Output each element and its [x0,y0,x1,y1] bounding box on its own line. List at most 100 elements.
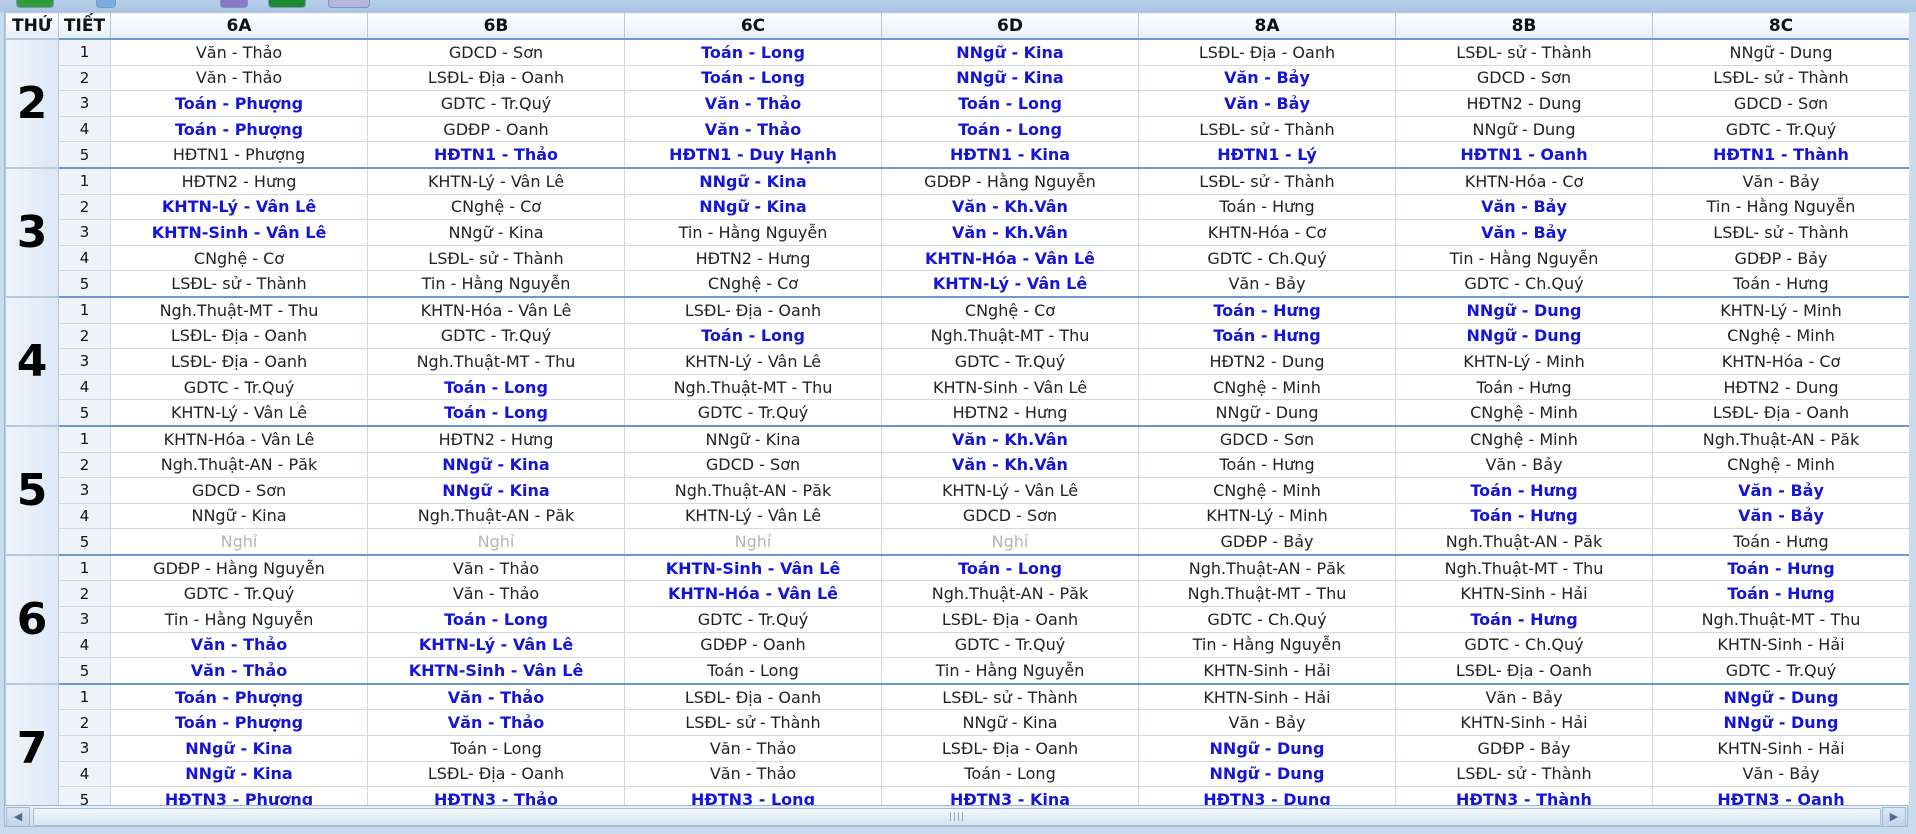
timetable-cell[interactable]: Toán - Long [367,735,625,762]
timetable-cell[interactable]: Toán - Long [624,322,882,350]
timetable-cell[interactable]: HĐTN1 - Lý [1138,141,1396,169]
timetable-cell[interactable]: GDĐP - Bảy [1395,735,1653,762]
timetable-cell[interactable]: Toán - Phượng [110,682,368,711]
timetable-cell[interactable]: CNghệ - Cơ [881,295,1139,324]
timetable-cell[interactable]: Ngh.Thuật-AN - Păk [1652,424,1909,453]
timetable-cell[interactable]: LSĐL- Địa - Oanh [367,64,625,92]
timetable-cell[interactable]: GDTC - Tr.Quý [367,322,625,350]
timetable-cell[interactable]: CNghệ - Minh [1138,477,1396,504]
timetable-cell[interactable]: GDĐP - Hằng Nguyễn [110,553,368,582]
timetable-cell[interactable]: HĐTN3 - Oanh [1652,786,1909,805]
timetable-cell[interactable]: GDTC - Tr.Quý [1652,657,1909,685]
timetable-cell[interactable]: Toán - Long [881,553,1139,582]
timetable-cell[interactable]: LSĐL- Địa - Oanh [624,682,882,711]
timetable-cell[interactable]: NNgữ - Kina [367,477,625,504]
timetable-cell[interactable]: LSĐL- Địa - Oanh [881,735,1139,762]
timetable-cell[interactable]: NNgữ - Kina [110,735,368,762]
timetable-cell[interactable]: HĐTN1 - Kina [881,141,1139,169]
timetable-cell[interactable]: Toán - Hưng [1138,451,1396,479]
timetable-cell[interactable]: Văn - Bảy [1652,477,1909,504]
timetable-cell[interactable]: HĐTN3 - Kina [881,786,1139,805]
timetable-cell[interactable]: GDTC - Ch.Quý [1138,606,1396,633]
timetable-cell[interactable]: HĐTN3 - Long [624,786,882,805]
timetable-cell[interactable]: KHTN-Lý - Minh [1138,502,1396,530]
timetable-cell[interactable]: Nghỉ [367,528,625,556]
timetable-cell[interactable]: NNgữ - Kina [110,760,368,788]
timetable-cell[interactable]: GDCD - Sơn [110,477,368,504]
timetable-cell[interactable]: Ngh.Thuật-AN - Păk [1138,553,1396,582]
timetable-cell[interactable]: GDTC - Tr.Quý [624,606,882,633]
timetable-cell[interactable]: Toán - Long [367,606,625,633]
timetable-cell[interactable]: Văn - Thảo [624,115,882,143]
timetable-cell[interactable]: Văn - Thảo [367,580,625,608]
timetable-cell[interactable]: NNgữ - Dung [1395,322,1653,350]
timetable-cell[interactable]: CNghệ - Cơ [110,244,368,272]
timetable-cell[interactable]: Văn - Thảo [624,735,882,762]
timetable-cell[interactable]: KHTN-Lý - Vân Lê [110,193,368,221]
timetable-cell[interactable]: Toán - Hưng [1138,295,1396,324]
header-tiet[interactable]: TIẾT [58,12,111,40]
timetable-cell[interactable]: Văn - Kh.Vân [881,424,1139,453]
timetable-cell[interactable]: KHTN-Hóa - Cơ [1652,348,1909,375]
timetable-cell[interactable]: Văn - Thảo [367,682,625,711]
timetable-cell[interactable]: LSĐL- Địa - Oanh [881,606,1139,633]
timetable-cell[interactable]: GDTC - Ch.Quý [1395,270,1653,298]
timetable-cell[interactable]: GDCD - Sơn [1138,424,1396,453]
timetable-cell[interactable]: GDCD - Sơn [367,37,625,66]
header-class-6a[interactable]: 6A [110,12,368,40]
timetable-cell[interactable]: Văn - Bảy [1652,502,1909,530]
timetable-cell[interactable]: GDTC - Tr.Quý [881,348,1139,375]
timetable-cell[interactable]: Toán - Hưng [1652,528,1909,556]
timetable-cell[interactable]: Toán - Hưng [1395,606,1653,633]
timetable-cell[interactable]: KHTN-Sinh - Vân Lê [881,373,1139,401]
timetable-cell[interactable]: LSĐL- Địa - Oanh [110,322,368,350]
timetable-cell[interactable]: Tin - Hằng Nguyễn [881,657,1139,685]
timetable-cell[interactable]: GDTC - Tr.Quý [110,373,368,401]
timetable-cell[interactable]: HĐTN3 - Phượng [110,786,368,805]
toolbar-button-2[interactable] [96,0,116,8]
timetable-cell[interactable]: KHTN-Lý - Minh [1652,295,1909,324]
timetable-cell[interactable]: Văn - Bảy [1652,760,1909,788]
timetable-cell[interactable]: Văn - Kh.Vân [881,219,1139,246]
timetable-cell[interactable]: HĐTN2 - Dung [1395,90,1653,117]
timetable-cell[interactable]: Toán - Hưng [1652,553,1909,582]
timetable-cell[interactable]: LSĐL- sử - Thành [881,682,1139,711]
timetable-cell[interactable]: KHTN-Sinh - Hải [1138,657,1396,685]
timetable-cell[interactable]: Toán - Long [624,64,882,92]
timetable-cell[interactable]: Ngh.Thuật-MT - Thu [881,322,1139,350]
timetable-cell[interactable]: HĐTN2 - Hưng [367,424,625,453]
timetable-cell[interactable]: HĐTN3 - Thành [1395,786,1653,805]
timetable-cell[interactable]: KHTN-Lý - Vân Lê [367,631,625,659]
timetable-cell[interactable]: Ngh.Thuật-AN - Păk [624,477,882,504]
horizontal-scrollbar[interactable]: ◀ |||| ▶ [4,805,1908,827]
timetable-cell[interactable]: LSĐL- Địa - Oanh [624,295,882,324]
timetable-cell[interactable]: NNgữ - Dung [1652,682,1909,711]
timetable-cell[interactable]: KHTN-Sinh - Vân Lê [624,553,882,582]
header-class-6d[interactable]: 6D [881,12,1139,40]
timetable-cell[interactable]: LSĐL- sử - Thành [1138,115,1396,143]
timetable-cell[interactable]: Toán - Long [624,657,882,685]
toolbar-button-5[interactable] [328,0,370,8]
timetable-cell[interactable]: Toán - Long [881,90,1139,117]
timetable-cell[interactable]: KHTN-Sinh - Hải [1138,682,1396,711]
header-class-6b[interactable]: 6B [367,12,625,40]
timetable-cell[interactable]: Tin - Hằng Nguyễn [367,270,625,298]
timetable-cell[interactable]: Toán - Long [367,399,625,427]
timetable-cell[interactable]: NNgữ - Kina [881,37,1139,66]
timetable-cell[interactable]: LSĐL- sử - Thành [1652,219,1909,246]
timetable-cell[interactable]: Nghỉ [110,528,368,556]
timetable-cell[interactable]: Văn - Thảo [367,553,625,582]
toolbar-button-1[interactable] [16,0,54,8]
timetable-cell[interactable]: HĐTN2 - Hưng [110,166,368,195]
timetable-cell[interactable]: KHTN-Hóa - Vân Lê [881,244,1139,272]
timetable-cell[interactable]: Ngh.Thuật-MT - Thu [1138,580,1396,608]
timetable-cell[interactable]: LSĐL- sử - Thành [624,709,882,737]
timetable-cell[interactable]: LSĐL- Địa - Oanh [1652,399,1909,427]
timetable-cell[interactable]: HĐTN1 - Duy Hạnh [624,141,882,169]
timetable-cell[interactable]: Văn - Thảo [110,631,368,659]
timetable-cell[interactable]: Văn - Bảy [1395,193,1653,221]
timetable-cell[interactable]: Tin - Hằng Nguyễn [1652,193,1909,221]
timetable-cell[interactable]: KHTN-Lý - Minh [1395,348,1653,375]
timetable-cell[interactable]: CNghệ - Minh [1652,451,1909,479]
timetable-cell[interactable]: Ngh.Thuật-AN - Păk [367,502,625,530]
